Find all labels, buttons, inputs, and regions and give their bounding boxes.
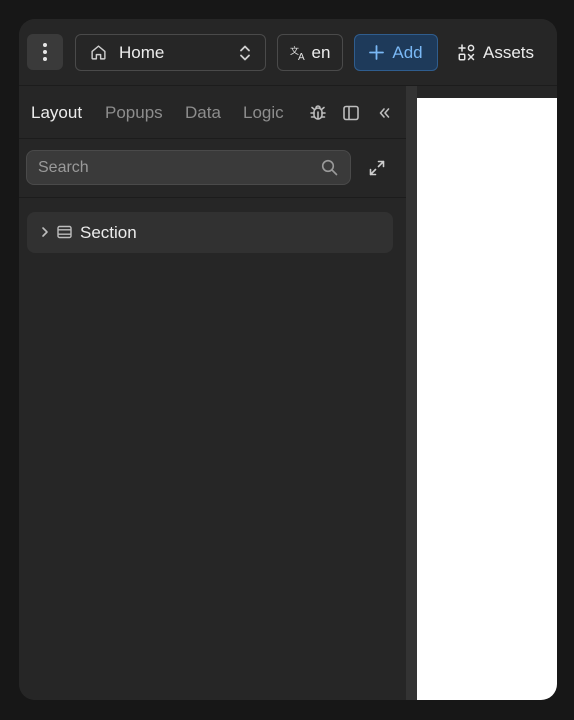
collapse-icon[interactable] — [374, 103, 394, 123]
search-input[interactable] — [27, 151, 317, 184]
search-box — [26, 150, 351, 185]
svg-text:A: A — [298, 52, 305, 61]
add-button[interactable]: Add — [354, 34, 438, 71]
page-select-value: Home — [119, 42, 165, 62]
search-icon[interactable] — [321, 159, 338, 176]
tab-data[interactable]: Data — [185, 103, 221, 123]
tab-popups[interactable]: Popups — [105, 103, 163, 123]
tab-logic[interactable]: Logic — [243, 103, 284, 123]
tree-item-section[interactable]: Section — [27, 212, 393, 253]
more-menu-button[interactable] — [27, 34, 63, 70]
canvas-preview[interactable] — [417, 98, 557, 700]
tree-item-label: Section — [80, 223, 137, 242]
bug-icon[interactable] — [308, 103, 328, 123]
add-label: Add — [392, 42, 423, 62]
chevron-right-icon[interactable] — [40, 225, 50, 239]
top-toolbar: Home 文 A en Add Assets — [19, 19, 557, 86]
page-select[interactable]: Home — [75, 34, 266, 71]
section-icon — [57, 225, 72, 239]
assets-label: Assets — [482, 42, 535, 62]
panel-layout-icon[interactable] — [341, 103, 361, 123]
translate-icon: 文 A — [290, 45, 305, 61]
language-button[interactable]: 文 A en — [277, 34, 343, 71]
search-row — [19, 139, 406, 198]
editor-window: Home 文 A en Add Assets Layout Popups Dat… — [19, 19, 557, 700]
chevron-up-down-icon — [240, 45, 250, 61]
panel-resize-handle[interactable] — [406, 86, 417, 700]
expand-icon[interactable] — [368, 159, 386, 177]
panel-tabs: Layout Popups Data Logic — [19, 86, 406, 139]
plus-icon — [369, 45, 385, 60]
language-label: en — [311, 42, 331, 62]
vertical-dots-icon — [43, 43, 47, 61]
left-panel: Layout Popups Data Logic Search Section — [19, 86, 406, 700]
home-icon — [91, 45, 106, 60]
tab-layout[interactable]: Layout — [31, 103, 82, 123]
assets-button[interactable]: Assets — [451, 34, 541, 71]
assets-icon — [458, 44, 475, 61]
